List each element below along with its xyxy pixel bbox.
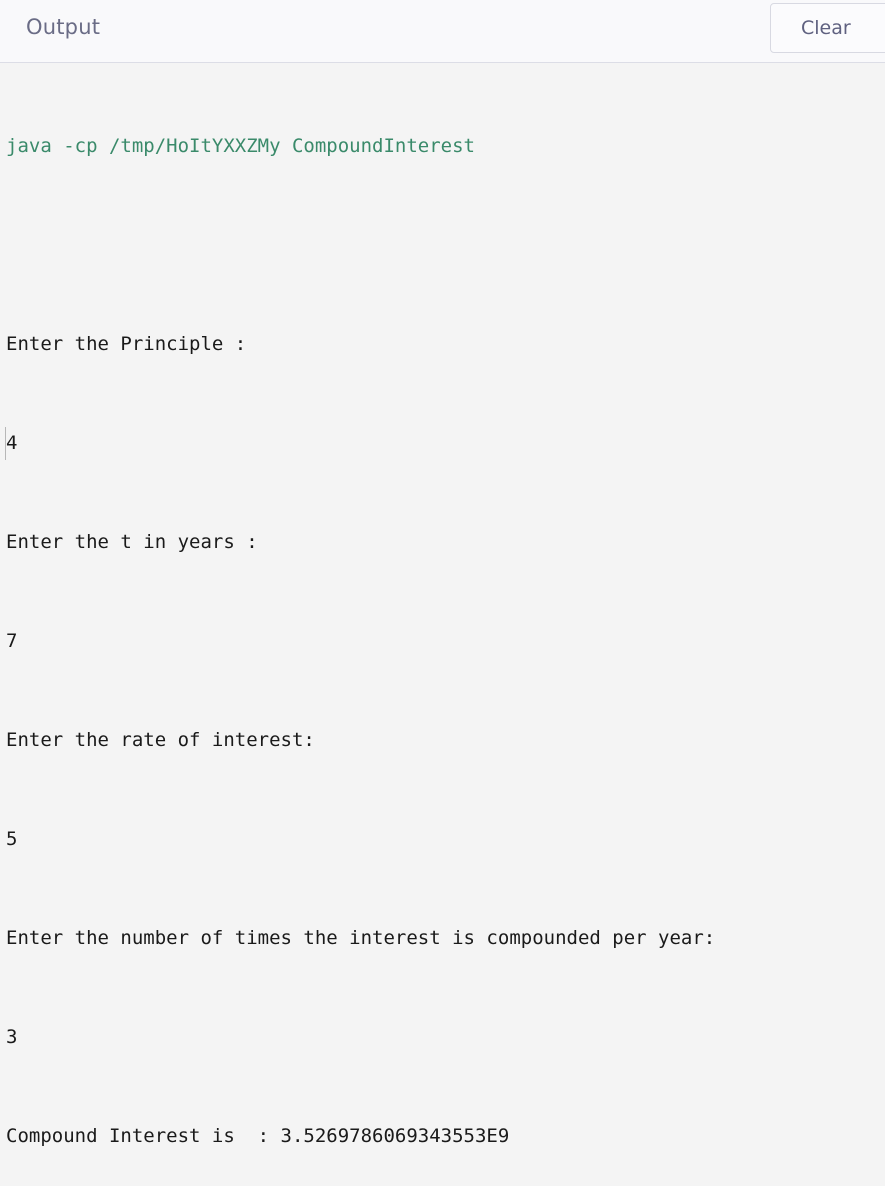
console-line: Enter the rate of interest: [6,729,315,751]
output-header: Output Clear [0,0,885,63]
console-line: 3 [6,1026,18,1048]
text-cursor[interactable] [5,427,6,460]
console-line: Enter the t in years : [6,531,258,553]
output-title: Output [26,15,101,39]
console-output: java -cp /tmp/HoItYXXZMy CompoundInteres… [6,64,885,1186]
console-line: Compound Interest is : 3.526978606934355… [6,1125,510,1147]
console-line: Enter the number of times the interest i… [6,927,716,949]
console-line: 5 [6,828,18,850]
console-line: 7 [6,630,18,652]
console-command-line: java -cp /tmp/HoItYXXZMy CompoundInteres… [6,135,475,157]
clear-button[interactable]: Clear [770,3,885,53]
console-line: 4 [6,432,18,454]
console-line: Enter the Principle : [6,333,247,355]
